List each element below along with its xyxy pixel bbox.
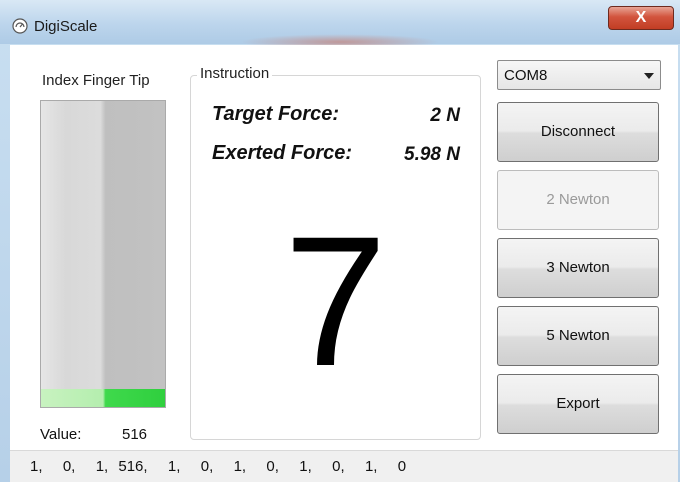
2-newton-button[interactable]: 2 Newton	[497, 170, 659, 230]
target-force-label: Target Force:	[212, 103, 340, 125]
close-button[interactable]: X	[608, 6, 674, 30]
status-bar: 1, 0, 1, 516, 1, 0, 1, 0, 1, 0, 1, 0	[10, 450, 678, 482]
3-newton-button[interactable]: 3 Newton	[497, 238, 659, 298]
instruction-group-title: Instruction	[197, 65, 273, 82]
export-button[interactable]: Export	[497, 374, 659, 434]
close-icon: X	[635, 9, 647, 26]
port-select-value: COM8	[504, 67, 548, 84]
chevron-down-icon	[644, 73, 654, 79]
force-level-fill	[41, 388, 165, 407]
force-level-gauge	[40, 100, 166, 408]
target-force-value: 2 N	[430, 105, 460, 126]
countdown-number: 7	[284, 199, 387, 405]
sensor-value: 516	[122, 426, 148, 443]
disconnect-button[interactable]: Disconnect	[497, 102, 659, 162]
title-bar[interactable]: DigiScale X	[0, 0, 680, 50]
exerted-force-value: 5.98 N	[404, 144, 460, 165]
raw-data-readout: 1, 0, 1, 516, 1, 0, 1, 0, 1, 0, 1, 0	[30, 458, 407, 475]
digiscale-app-icon	[12, 18, 28, 34]
window-title: DigiScale	[34, 18, 98, 35]
app-window: DigiScale X Index Finger Tip Value: 516 …	[0, 0, 680, 482]
exerted-force-label: Exerted Force:	[212, 142, 353, 164]
value-label: Value:	[40, 426, 82, 443]
port-select[interactable]: COM8	[497, 60, 661, 90]
5-newton-button[interactable]: 5 Newton	[497, 306, 659, 366]
sensor-label: Index Finger Tip	[42, 72, 150, 89]
